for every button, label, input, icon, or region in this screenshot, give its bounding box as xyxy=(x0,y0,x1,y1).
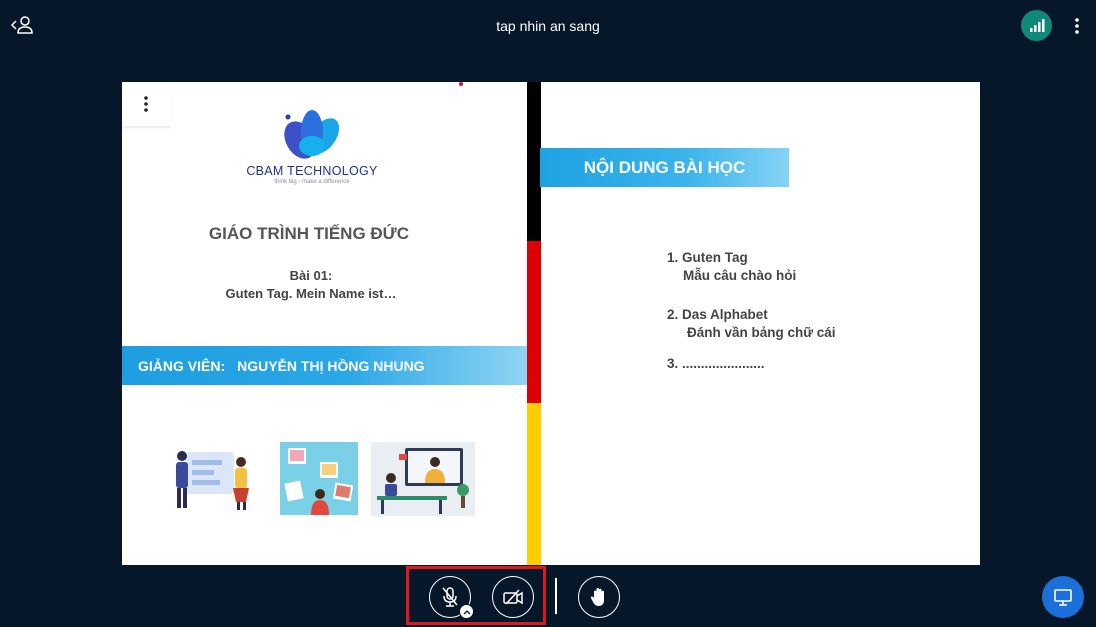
presentation-slide: CBAM TECHNOLOGY think big - make a diffe… xyxy=(122,82,980,565)
photo-collage-illustration xyxy=(280,442,358,515)
toc-item-2-title: 2. Das Alphabet xyxy=(667,307,768,322)
chevron-up-icon xyxy=(463,609,470,614)
mic-muted-icon xyxy=(442,587,458,607)
top-bar: tap nhin an sang xyxy=(0,0,1096,52)
pointer-dot xyxy=(459,82,463,86)
flag-stripe-gold xyxy=(527,403,541,565)
hand-icon xyxy=(590,588,604,606)
presentation-icon xyxy=(1054,589,1072,606)
audio-options-caret[interactable] xyxy=(459,604,474,619)
cbam-logo-icon xyxy=(284,110,340,159)
more-vertical-icon xyxy=(144,96,148,112)
teacher-label: GIẢNG VIÊN: xyxy=(138,357,226,374)
team-meeting-illustration xyxy=(176,451,249,510)
toc-item-1-title: 1. Guten Tag xyxy=(667,250,748,265)
toc-item-3-title: 3. ...................... xyxy=(667,356,765,371)
slide-options-button[interactable] xyxy=(122,82,170,126)
more-vertical-icon xyxy=(1075,18,1079,34)
camera-off-icon xyxy=(503,589,523,605)
lesson-number: Bài 01: xyxy=(289,268,333,283)
teacher-name: NGUYỄN THỊ HỒNG NHUNG xyxy=(237,357,425,374)
connection-status-button[interactable] xyxy=(1021,10,1052,41)
logo-name: CBAM TECHNOLOGY xyxy=(246,164,378,178)
controls-divider xyxy=(555,578,557,614)
course-title: GIÁO TRÌNH TIẾNG ĐỨC xyxy=(208,224,410,243)
meeting-title: tap nhin an sang xyxy=(496,18,600,34)
camera-toggle-button[interactable] xyxy=(492,576,534,618)
toc-item-1-subtitle: Mẫu câu chào hỏi xyxy=(683,268,797,283)
signal-bars-icon xyxy=(1029,18,1044,32)
online-class-illustration xyxy=(371,442,475,516)
raise-hand-button[interactable] xyxy=(578,576,620,618)
logo-tagline: think big - make a difference xyxy=(274,179,350,185)
content-heading: NỘI DUNG BÀI HỌC xyxy=(540,148,789,187)
teacher-banner: GIẢNG VIÊN: NGUYỄN THỊ HỒNG NHUNG xyxy=(122,346,528,385)
presentation-toggle-button[interactable] xyxy=(1042,576,1084,618)
flag-stripe-red xyxy=(527,241,541,403)
lesson-name: Guten Tag. Mein Name ist… xyxy=(225,286,397,301)
toc-item-2-subtitle: Đánh vần bảng chữ cái xyxy=(687,325,836,340)
flag-stripe-black xyxy=(527,82,541,241)
options-menu-button[interactable] xyxy=(1068,14,1086,38)
